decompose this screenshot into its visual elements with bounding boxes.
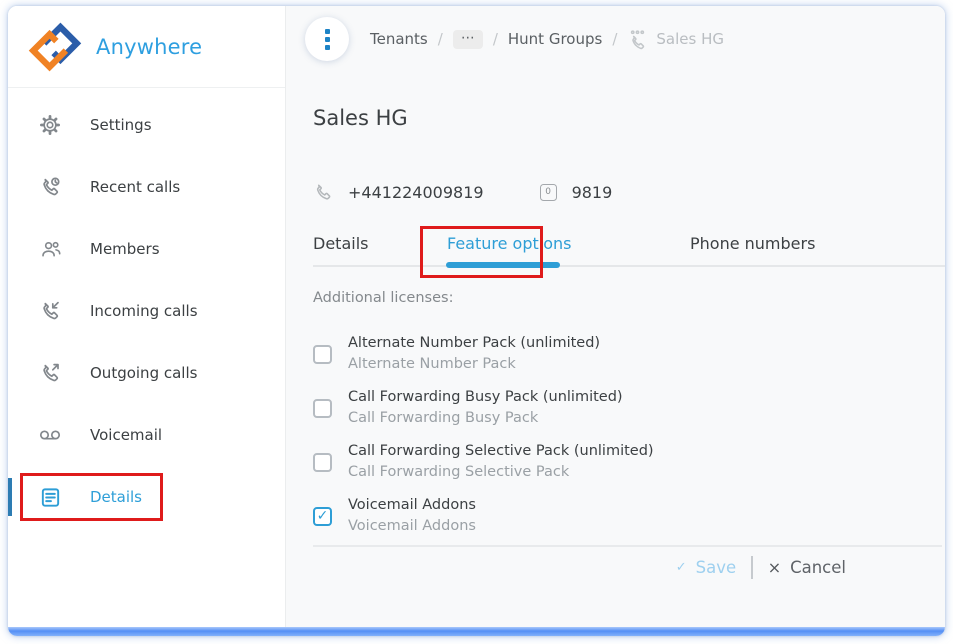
license-label: Call Forwarding Busy Pack (unlimited) <box>348 389 623 405</box>
sidebar-item-settings[interactable]: Settings <box>8 94 285 156</box>
sidebar-item-outgoing-calls[interactable]: Outgoing calls <box>8 342 285 404</box>
app-window: Anywhere Settings Recent calls Members I… <box>8 6 945 636</box>
breadcrumb-ellipsis-chip[interactable]: ⋯ <box>452 29 483 49</box>
breadcrumb-current-label: Sales HG <box>656 30 724 48</box>
footer-button-separator <box>751 556 753 579</box>
sidebar-item-label: Outgoing calls <box>90 364 198 382</box>
voicemail-icon <box>38 423 62 447</box>
tab-divider-line <box>313 265 945 267</box>
save-button-label: Save <box>695 558 737 577</box>
active-tab-underline <box>446 262 560 268</box>
gear-icon <box>38 113 62 137</box>
sidebar-item-members[interactable]: Members <box>8 218 285 280</box>
outgoing-calls-icon <box>38 361 62 385</box>
sidebar-item-details[interactable]: Details <box>8 466 285 528</box>
license-label: Alternate Number Pack (unlimited) <box>348 335 601 351</box>
tab-details[interactable]: Details <box>313 234 368 253</box>
cancel-button[interactable]: × Cancel <box>768 558 846 577</box>
license-row-call-forwarding-busy-pack[interactable]: ✓ Call Forwarding Busy Pack (unlimited) … <box>313 387 654 429</box>
breadcrumb-current: Sales HG <box>627 29 724 50</box>
tab-feature-options[interactable]: Feature options <box>447 234 571 253</box>
sidebar-item-label: Voicemail <box>90 426 163 444</box>
page-title: Sales HG <box>313 106 408 130</box>
breadcrumb-separator: / <box>437 30 443 48</box>
save-button[interactable]: ✓ Save <box>676 558 736 577</box>
phone-icon <box>313 182 333 202</box>
license-sublabel: Call Forwarding Selective Pack <box>348 464 570 480</box>
sidebar-header: Anywhere <box>8 6 285 88</box>
extension-icon-digit: 0 <box>545 187 551 197</box>
hunt-group-icon <box>627 29 648 50</box>
extension-icon: 0 <box>539 183 557 201</box>
brand-name: Anywhere <box>96 34 203 59</box>
check-icon: ✓ <box>316 508 329 524</box>
license-list: ✓ Alternate Number Pack (unlimited) Alte… <box>313 333 654 549</box>
main-panel: Tenants / ⋯ / Hunt Groups / Sales HG Sal <box>286 6 945 627</box>
members-icon <box>38 237 62 261</box>
license-label: Voicemail Addons <box>348 497 476 513</box>
kebab-menu-button[interactable] <box>305 17 349 61</box>
sidebar: Anywhere Settings Recent calls Members I… <box>8 6 286 627</box>
contact-row: +441224009819 0 9819 <box>313 182 612 202</box>
breadcrumb-separator: / <box>612 30 618 48</box>
license-row-voicemail-addons[interactable]: ✓ Voicemail Addons Voicemail Addons <box>313 495 654 537</box>
breadcrumb: Tenants / ⋯ / Hunt Groups / Sales HG <box>370 6 724 72</box>
checkbox-unchecked[interactable]: ✓ <box>313 452 332 472</box>
breadcrumb-separator: / <box>492 30 498 48</box>
sidebar-item-label: Recent calls <box>90 178 181 196</box>
license-sublabel: Voicemail Addons <box>348 518 476 534</box>
incoming-calls-icon <box>38 299 62 323</box>
sidebar-nav: Settings Recent calls Members Incoming c… <box>8 88 285 528</box>
sidebar-item-recent-calls[interactable]: Recent calls <box>8 156 285 218</box>
recent-calls-icon <box>38 175 62 199</box>
sidebar-item-incoming-calls[interactable]: Incoming calls <box>8 280 285 342</box>
license-sublabel: Call Forwarding Busy Pack <box>348 410 539 426</box>
footer-divider-line <box>313 545 942 547</box>
sidebar-item-label: Members <box>90 240 160 258</box>
extension-number: 9819 <box>571 182 613 202</box>
breadcrumb-hunt-groups[interactable]: Hunt Groups <box>508 30 602 48</box>
sidebar-item-label: Settings <box>90 116 152 134</box>
details-icon <box>38 485 62 509</box>
checkbox-unchecked[interactable]: ✓ <box>313 344 332 364</box>
license-sublabel: Alternate Number Pack <box>348 356 516 372</box>
license-label: Call Forwarding Selective Pack (unlimite… <box>348 443 654 459</box>
anywhere-logo-icon <box>26 21 84 73</box>
cancel-button-label: Cancel <box>790 558 846 577</box>
active-item-indicator-bar <box>8 478 12 516</box>
sidebar-item-label: Details <box>90 488 143 506</box>
tab-phone-numbers[interactable]: Phone numbers <box>690 234 815 253</box>
save-check-icon: ✓ <box>675 560 687 575</box>
license-row-call-forwarding-selective-pack[interactable]: ✓ Call Forwarding Selective Pack (unlimi… <box>313 441 654 483</box>
sidebar-item-voicemail[interactable]: Voicemail <box>8 404 285 466</box>
license-row-alternate-number-pack[interactable]: ✓ Alternate Number Pack (unlimited) Alte… <box>313 333 654 375</box>
kebab-menu-icon <box>324 28 330 34</box>
breadcrumb-tenants[interactable]: Tenants <box>370 30 428 48</box>
phone-number: +441224009819 <box>348 182 484 202</box>
window-bottom-accent-bar <box>8 627 945 636</box>
checkbox-unchecked[interactable]: ✓ <box>313 398 332 418</box>
additional-licenses-label: Additional licenses: <box>313 290 454 306</box>
cancel-x-icon: × <box>767 558 782 577</box>
sidebar-item-label: Incoming calls <box>90 302 198 320</box>
footer-actions: ✓ Save × Cancel <box>676 556 846 579</box>
checkbox-checked[interactable]: ✓ <box>313 506 332 526</box>
